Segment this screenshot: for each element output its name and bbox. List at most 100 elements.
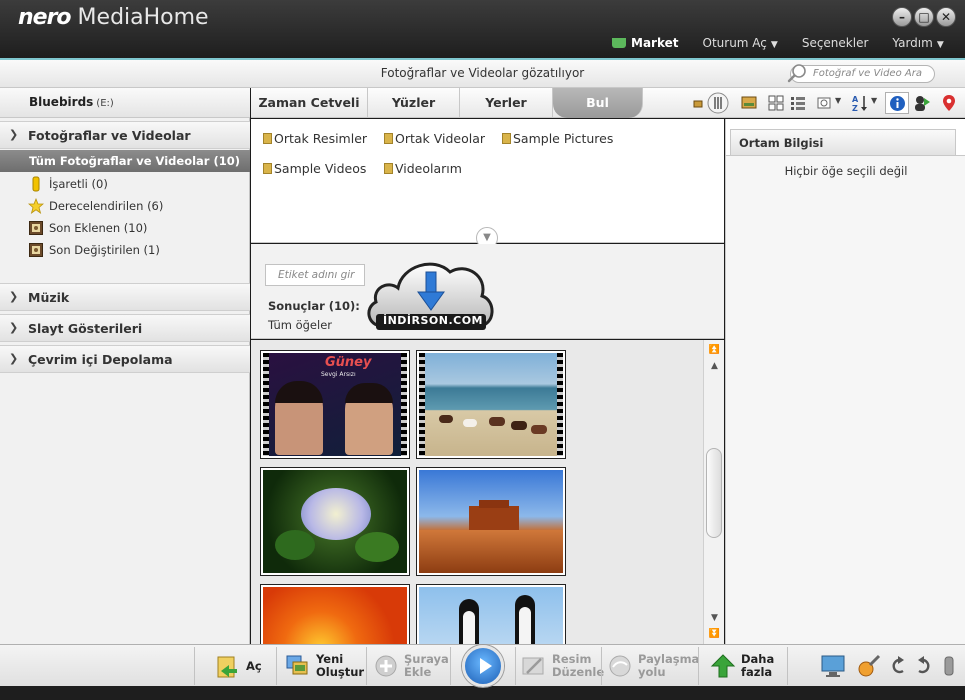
watermark-text: İNDİRSON.COM [382, 314, 484, 327]
brush-icon[interactable] [856, 653, 882, 679]
photo-frame-icon [29, 243, 43, 257]
create-new-button[interactable]: Yeni Oluştur [285, 649, 364, 683]
folder-icon [384, 163, 393, 174]
thumbnail-hydrangea[interactable] [260, 467, 410, 576]
sidebar-item-all-photos[interactable]: Tüm Fotoğraflar ve Videolar (10) [0, 150, 250, 172]
large-thumbnail-icon[interactable] [740, 94, 758, 112]
scroll-up-button[interactable]: ▲ [708, 360, 721, 372]
divider [698, 647, 699, 685]
divider [194, 647, 195, 685]
chevron-down-icon: ▼ [936, 40, 944, 50]
media-info-title: Ortam Bilgisi [730, 129, 956, 155]
close-button[interactable]: ✕ [936, 7, 956, 27]
filter-icon[interactable] [817, 94, 835, 112]
list-view-icon[interactable] [789, 94, 807, 112]
grid-scrollbar[interactable]: ⏫ ▲ ▼ ⏬ [703, 340, 724, 644]
sidebar-item-recently-modified[interactable]: Son Değiştirilen (1) [0, 239, 250, 261]
view-toolbar: ▼ AZ ▼ [645, 88, 965, 118]
rotate-left-icon[interactable] [888, 655, 908, 677]
marker-icon[interactable] [942, 655, 956, 677]
thumbnail-music-video[interactable]: Güney Sevgi Arsızı [260, 350, 410, 459]
people-icon[interactable] [913, 94, 931, 112]
double-chevron-down-icon: ⏬ [708, 629, 721, 639]
thumbnail-grid: Güney Sevgi Arsızı [251, 340, 703, 644]
section-online-storage[interactable]: ❯ Çevrim içi Depolama [0, 345, 250, 373]
market-link[interactable]: Market [600, 33, 691, 53]
open-icon [217, 656, 237, 678]
tab-find[interactable]: Bul [553, 88, 643, 118]
divider [366, 647, 367, 685]
thumbnail-chrysanthemum[interactable] [260, 584, 410, 644]
search-icon[interactable] [786, 62, 808, 84]
open-button[interactable]: Aç [215, 649, 262, 683]
share-icon [609, 655, 631, 677]
sidebar-item-recently-added[interactable]: Son Eklenen (10) [0, 217, 250, 239]
tag-name-input[interactable]: Etiket adını gir [265, 264, 365, 286]
grid-view-icon[interactable] [767, 94, 785, 112]
minimize-button[interactable]: – [892, 7, 912, 27]
search-input[interactable]: Fotoğraf ve Video Ara [790, 65, 935, 83]
divider [787, 647, 788, 685]
section-music[interactable]: ❯ Müzik [0, 283, 250, 311]
svg-text:Z: Z [852, 104, 858, 112]
location-pin-icon[interactable] [940, 94, 958, 112]
more-button[interactable]: Daha fazla [710, 649, 774, 683]
sort-icon[interactable]: AZ [851, 94, 869, 112]
thumbnail-penguins[interactable] [416, 584, 566, 644]
folder-icon [384, 133, 393, 144]
divider [601, 647, 602, 685]
status-strip: Fotoğraflar ve Videolar gözatılıyor Foto… [0, 58, 965, 88]
add-here-button[interactable]: Şuraya Ekle [373, 649, 449, 683]
info-toggle[interactable] [885, 92, 909, 114]
marker-icon [32, 176, 40, 192]
sign-in-menu[interactable]: Oturum Aç ▼ [691, 33, 790, 53]
sidebar-item-rated[interactable]: Derecelendirilen (6) [0, 195, 250, 217]
thumbnail-horses-beach[interactable] [416, 350, 566, 459]
scroll-thumb[interactable] [706, 448, 722, 538]
folder-icon [502, 133, 511, 144]
divider [276, 647, 277, 685]
play-button[interactable] [462, 645, 504, 687]
svg-text:A: A [852, 95, 859, 104]
share-button[interactable]: Paylaşma yolu [607, 649, 699, 683]
tab-faces[interactable]: Yüzler [368, 88, 460, 118]
create-new-icon [286, 655, 308, 675]
star-icon [28, 198, 44, 214]
chevron-up-icon: ▲ [711, 361, 718, 371]
rotate-right-icon[interactable] [914, 655, 934, 677]
folder-shared-pictures[interactable]: Ortak Resimler [263, 131, 367, 146]
photo-frame-icon [29, 221, 43, 235]
folder-shared-videos[interactable]: Ortak Videolar [384, 131, 485, 146]
info-icon [890, 96, 905, 111]
folder-sample-pictures[interactable]: Sample Pictures [502, 131, 613, 146]
drive-header[interactable]: Bluebirds (E:) [0, 88, 250, 118]
scroll-top-button[interactable]: ⏫ [708, 344, 721, 356]
chevron-down-icon[interactable]: ▼ [835, 96, 841, 105]
results-filter[interactable]: Tüm öğeler [268, 318, 332, 332]
divider [450, 647, 451, 685]
thumbnail-desert[interactable] [416, 467, 566, 576]
tab-places[interactable]: Yerler [460, 88, 553, 118]
restore-button[interactable]: □ [914, 7, 934, 27]
media-info-panel: Ortam Bilgisi Hiçbir öğe seçili değil [725, 119, 965, 644]
top-nav: Market Oturum Aç ▼ Seçenekler Yardım ▼ [600, 33, 956, 53]
chevron-down-icon: ▼ [770, 40, 778, 50]
section-photos-videos[interactable]: ❯ Fotoğraflar ve Videolar [0, 121, 250, 149]
sidebar-item-marked[interactable]: İşaretli (0) [0, 173, 250, 195]
scroll-down-button[interactable]: ▼ [708, 612, 721, 624]
section-slideshows[interactable]: ❯ Slayt Gösterileri [0, 314, 250, 342]
chevron-down-icon: ❯ [9, 128, 19, 141]
scroll-bottom-button[interactable]: ⏬ [708, 628, 721, 640]
options-menu[interactable]: Seçenekler [790, 33, 881, 53]
monitor-icon[interactable] [820, 653, 846, 679]
folder-sample-videos[interactable]: Sample Videos [263, 161, 366, 176]
results-count: Sonuçlar (10): [268, 299, 360, 313]
chevron-down-icon[interactable]: ▼ [871, 96, 877, 105]
edit-image-icon [522, 657, 544, 675]
zoom-slider[interactable] [705, 91, 731, 115]
tab-timeline[interactable]: Zaman Cetveli [251, 88, 368, 118]
folder-my-videos[interactable]: Videolarım [384, 161, 462, 176]
no-selection-text: Hiçbir öğe seçili değil [784, 164, 908, 178]
edit-image-button[interactable]: Resim Düzenle [521, 649, 604, 683]
help-menu[interactable]: Yardım ▼ [880, 33, 955, 53]
